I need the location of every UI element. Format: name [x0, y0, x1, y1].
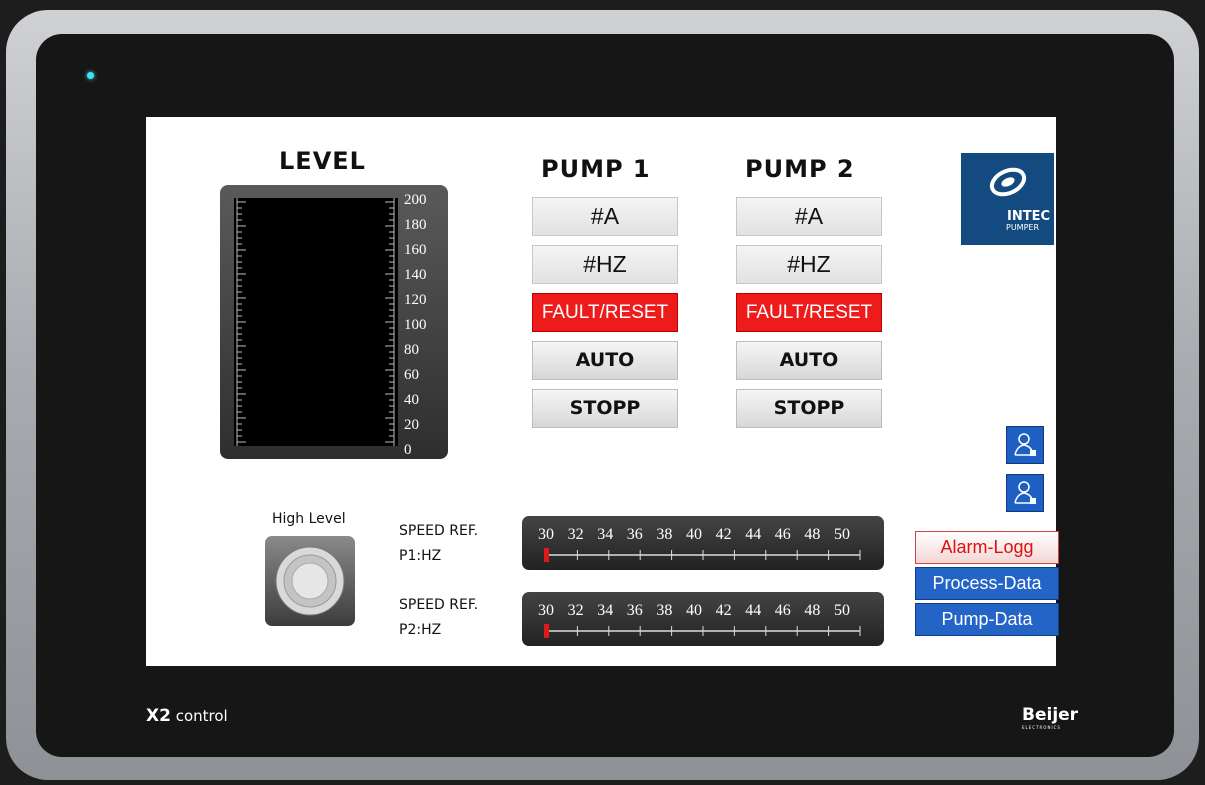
pump2-frequency-display: #HZ	[736, 245, 882, 284]
pump-data-button[interactable]: Pump-Data	[915, 603, 1059, 636]
slider-tick-label: 46	[774, 526, 791, 543]
pump2-stop-button[interactable]: STOPP	[736, 389, 882, 428]
high-level-indicator-button[interactable]	[265, 536, 355, 626]
slider-tick-label: 50	[834, 602, 850, 619]
slider-tick-label: 30	[538, 526, 554, 543]
pump1-auto-button[interactable]: AUTO	[532, 341, 678, 380]
logout-button[interactable]	[1006, 474, 1044, 512]
slider-tick-label: 38	[656, 526, 673, 543]
slider-tick-label: 32	[567, 526, 584, 543]
process-data-button[interactable]: Process-Data	[915, 567, 1059, 600]
pump2-fault-reset-button[interactable]: FAULT/RESET	[736, 293, 882, 332]
speed-ref-p2-unit: P2:HZ	[399, 622, 442, 638]
speed-ref-p1-slider[interactable]: 30 32 34 36 38 40 42 44 46 48 50	[522, 516, 884, 570]
slider-tick-label: 30	[538, 602, 554, 619]
level-gauge-display	[234, 198, 398, 446]
model-bold: X2	[146, 706, 171, 726]
slider-tick-label: 48	[804, 602, 821, 619]
pump1-current-display: #A	[532, 197, 678, 236]
alarm-log-button[interactable]: Alarm-Logg	[915, 531, 1059, 564]
user-login-icon	[1014, 433, 1036, 456]
level-title: LEVEL	[279, 147, 366, 175]
speed-ref-p2-slider[interactable]: 30 32 34 36 38 40 42 44 46 48 50	[522, 592, 884, 646]
pump1-frequency-display: #HZ	[532, 245, 678, 284]
level-scale-label: 40	[404, 392, 419, 408]
slider-tick-label: 32	[567, 602, 584, 619]
level-scale-label: 180	[404, 217, 427, 233]
slider-tick-label: 42	[715, 526, 732, 543]
level-scale-label: 140	[404, 267, 427, 283]
speed-ref-p1-unit: P1:HZ	[399, 548, 442, 564]
pump2-auto-button[interactable]: AUTO	[736, 341, 882, 380]
slider-tick-label: 40	[686, 602, 702, 619]
pump1-title: PUMP 1	[541, 155, 651, 183]
level-scale-label: 160	[404, 242, 427, 258]
slider-tick-label: 34	[597, 526, 614, 543]
level-scale-label: 80	[404, 342, 419, 358]
device-brand-logo: Beijer ELECTRONICS	[1022, 705, 1079, 730]
level-scale-label: 100	[404, 317, 427, 333]
logo-line1: INTEC	[1007, 209, 1051, 224]
slider-handle[interactable]	[544, 548, 549, 562]
high-level-label: High Level	[272, 511, 346, 527]
slider-tick-label: 46	[774, 602, 791, 619]
speed-ref-p1-label: SPEED REF.	[399, 523, 479, 539]
login-button[interactable]	[1006, 426, 1044, 464]
level-scale-label: 120	[404, 292, 427, 308]
slider-tick-label: 42	[715, 602, 732, 619]
slider-track	[544, 624, 861, 638]
model-rest: control	[175, 707, 228, 725]
level-scale-label: 60	[404, 367, 419, 383]
pump1-stop-button[interactable]: STOPP	[532, 389, 678, 428]
level-scale-label: 0	[404, 442, 412, 458]
pump2-title: PUMP 2	[745, 155, 855, 183]
level-scale-lines	[236, 198, 395, 446]
slider-handle[interactable]	[544, 624, 549, 638]
level-scale-label: 200	[404, 192, 427, 208]
slider-tick-label: 48	[804, 526, 821, 543]
indicator-lamp-icon	[275, 546, 345, 616]
speed-ref-p2-label: SPEED REF.	[399, 597, 479, 613]
brand-name: Beijer	[1022, 705, 1079, 725]
user-logout-icon	[1014, 481, 1036, 504]
slider-tick-label: 36	[626, 602, 643, 619]
pump1-fault-reset-button[interactable]: FAULT/RESET	[532, 293, 678, 332]
device-model-label: X2 control	[146, 706, 228, 726]
slider-tick-label: 50	[834, 526, 850, 543]
slider-track	[544, 548, 861, 562]
logo-line2: PUMPER	[1006, 223, 1040, 232]
slider-tick-label: 44	[745, 602, 762, 619]
intec-swirl-icon	[989, 167, 1027, 197]
status-led	[87, 72, 94, 79]
slider-tick-label: 34	[597, 602, 614, 619]
slider-tick-label: 38	[656, 602, 673, 619]
brand-sub: ELECTRONICS	[1022, 725, 1061, 730]
level-scale-label: 20	[404, 417, 419, 433]
slider-tick-label: 36	[626, 526, 643, 543]
slider-tick-label: 40	[686, 526, 702, 543]
intec-pumper-logo: INTEC PUMPER	[961, 153, 1054, 245]
slider-tick-label: 44	[745, 526, 762, 543]
pump2-current-display: #A	[736, 197, 882, 236]
